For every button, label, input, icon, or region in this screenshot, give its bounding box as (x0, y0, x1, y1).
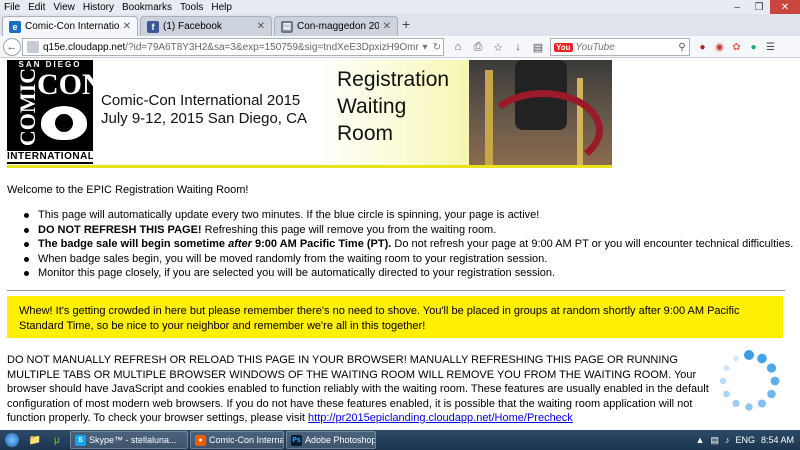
waiting-room-header: Registration Waiting Room (311, 60, 612, 165)
event-dates: July 9-12, 2015 San Diego, CA (101, 110, 307, 127)
close-tab-icon[interactable]: ✕ (123, 21, 131, 32)
nav-bar: ← q15e.cloudapp.net/?id=79A6T8Y3H2&sa=3&… (0, 36, 800, 58)
tab-label: Con-maggedon 2015, Part... (297, 21, 379, 32)
restore-icon[interactable]: ❐ (748, 0, 770, 14)
youtube-icon[interactable]: You (554, 42, 573, 52)
comic-con-logo: SAN DIEGO CON COMIC INTERNATIONAL (7, 60, 93, 164)
menu-file[interactable]: File (4, 2, 20, 13)
refresh-warning: DO NOT MANUALLY REFRESH OR RELOAD THIS P… (7, 354, 709, 424)
event-name: Comic-Con International 2015 (101, 92, 301, 109)
url-text: q15e.cloudapp.net/?id=79A6T8Y3H2&sa=3&ex… (43, 41, 419, 53)
tab-bar: e Comic-Con International 2... ✕ f (1) F… (0, 14, 800, 36)
search-input[interactable] (575, 41, 675, 53)
instructions-list: This page will automatically update ever… (22, 208, 793, 281)
start-button[interactable] (0, 430, 24, 450)
reload-icon[interactable]: ↻ (431, 42, 443, 53)
addon-icon[interactable]: ✿ (728, 39, 745, 55)
home-icon[interactable]: ⌂ (448, 39, 468, 55)
address-bar[interactable]: q15e.cloudapp.net/?id=79A6T8Y3H2&sa=3&ex… (22, 38, 444, 56)
web-page: SAN DIEGO CON COMIC INTERNATIONAL Comic-… (0, 58, 800, 430)
site-identity-icon[interactable] (27, 41, 39, 53)
language-indicator[interactable]: ENG (735, 435, 755, 445)
zoom-icon[interactable]: ● (694, 39, 711, 55)
minimize-icon[interactable]: – (726, 0, 748, 14)
search-icon[interactable]: ⚲ (675, 42, 689, 53)
tab-label: (1) Facebook (163, 21, 222, 32)
menu-icon[interactable]: ☰ (762, 39, 779, 55)
nav-toolbar: ⌂ ⎙ ☆ ↓ ▤ (448, 39, 548, 55)
user-icon[interactable]: ● (745, 39, 762, 55)
print-icon[interactable]: ⎙ (468, 39, 488, 55)
dropdown-arrow-icon[interactable]: ▾ (419, 42, 431, 53)
close-window-icon[interactable]: ✕ (770, 0, 800, 14)
tab-comic-con[interactable]: e Comic-Con International 2... ✕ (2, 16, 138, 36)
list-item: DO NOT REFRESH THIS PAGE! Refreshing thi… (22, 223, 782, 238)
skype-icon: S (75, 434, 86, 446)
tray-arrow-icon[interactable]: ▲ (696, 435, 705, 445)
eye-icon (41, 106, 87, 140)
menu-help[interactable]: Help (211, 2, 232, 13)
header-banner: SAN DIEGO CON COMIC INTERNATIONAL Comic-… (7, 60, 612, 168)
clock[interactable]: 8:54 AM (761, 435, 794, 445)
crowd-notice: Whew! It's getting crowded in here but p… (7, 296, 783, 338)
arrow-left-icon: ← (6, 41, 18, 53)
menu-tools[interactable]: Tools (180, 2, 203, 13)
close-tab-icon[interactable]: ✕ (257, 21, 265, 32)
list-item: The badge sale will begin sometime after… (22, 237, 793, 252)
system-tray: ▲ ▤ ♪ ENG 8:54 AM (690, 430, 794, 450)
event-info: Comic-Con International 2015 July 9-12, … (101, 92, 307, 128)
tab-facebook[interactable]: f (1) Facebook ✕ (140, 16, 272, 36)
adblock-icon[interactable]: ◉ (711, 39, 728, 55)
divider (7, 290, 785, 291)
menu-bookmarks[interactable]: Bookmarks (122, 2, 172, 13)
search-bar[interactable]: You ⚲ (550, 38, 690, 56)
waiting-room-title: Registration Waiting Room (337, 68, 450, 145)
precheck-link[interactable]: http://pr2015epiclanding.cloudapp.net/Ho… (308, 412, 573, 424)
bookmark-star-icon[interactable]: ☆ (488, 39, 508, 55)
taskbar: 📁 μ S Skype™ - stellaluna... ● Comic-Con… (0, 430, 800, 450)
window-controls: – ❐ ✕ (726, 0, 800, 14)
facebook-icon: f (147, 20, 159, 33)
ie-e-icon: e (9, 20, 21, 33)
tab-con-maggedon[interactable]: ▤ Con-maggedon 2015, Part... ✕ (274, 16, 398, 36)
photoshop-icon: Ps (291, 434, 302, 446)
addon-toolbar: ● ◉ ✿ ● ☰ (694, 39, 779, 55)
firefox-icon: ● (195, 434, 206, 446)
close-tab-icon[interactable]: ✕ (383, 21, 391, 32)
tab-label: Comic-Con International 2... (25, 21, 119, 32)
taskbar-skype[interactable]: S Skype™ - stellaluna... (70, 431, 188, 449)
taskbar-photoshop[interactable]: Ps Adobe Photoshop (286, 431, 376, 449)
menu-view[interactable]: View (53, 2, 75, 13)
explorer-icon[interactable]: 📁 (24, 431, 46, 449)
list-item: This page will automatically update ever… (22, 208, 782, 223)
taskbar-firefox[interactable]: ● Comic-Con Internati... (190, 431, 284, 449)
new-tab-icon[interactable]: + (402, 16, 410, 32)
list-item: When badge sales begin, you will be move… (22, 252, 782, 267)
menu-bar: File Edit View History Bookmarks Tools H… (0, 0, 800, 14)
back-button[interactable]: ← (3, 38, 21, 56)
page-icon: ▤ (281, 20, 293, 33)
clipboard-icon[interactable]: ▤ (528, 39, 548, 55)
welcome-text: Welcome to the EPIC Registration Waiting… (7, 184, 249, 196)
network-icon[interactable]: ▤ (710, 435, 719, 446)
loading-spinner-icon (719, 350, 780, 411)
menu-edit[interactable]: Edit (28, 2, 45, 13)
utorrent-icon[interactable]: μ (46, 431, 68, 449)
windows-orb-icon (5, 433, 19, 447)
velvet-rope-image (469, 60, 612, 165)
list-item: Monitor this page closely, if you are se… (22, 266, 782, 281)
menu-history[interactable]: History (83, 2, 114, 13)
downloads-icon[interactable]: ↓ (508, 39, 528, 55)
volume-icon[interactable]: ♪ (725, 435, 730, 445)
